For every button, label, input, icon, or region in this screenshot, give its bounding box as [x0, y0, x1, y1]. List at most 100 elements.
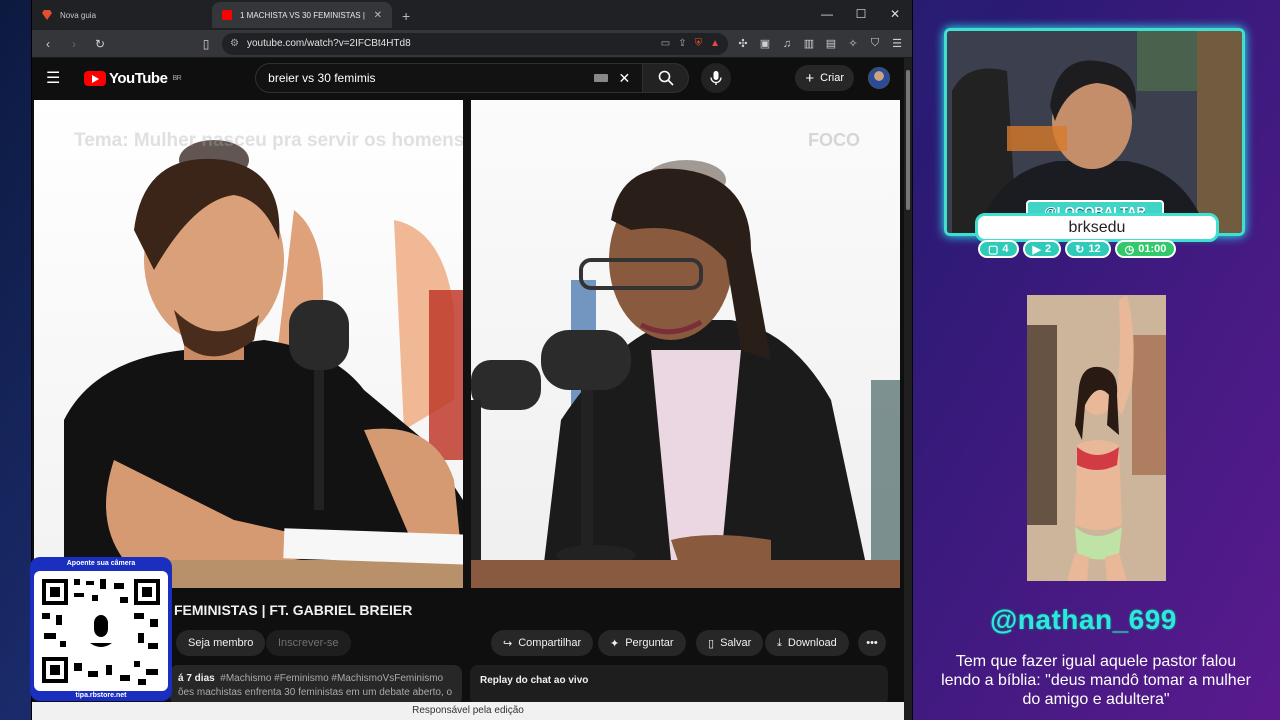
stat-value: 2 — [1045, 243, 1052, 255]
qr-code-image — [34, 571, 168, 691]
download-icon: ⤓ — [777, 636, 782, 649]
youtube-play-icon — [84, 70, 106, 86]
stat-value: 12 — [1088, 243, 1101, 255]
woman-speaking-image — [471, 160, 900, 588]
bookmark-icon[interactable]: ▯ — [196, 37, 216, 51]
minimize-button[interactable]: — — [810, 0, 844, 30]
region-code: BR — [172, 74, 182, 82]
guide-menu-icon[interactable]: ☰ — [46, 68, 70, 88]
close-window-button[interactable]: ✕ — [878, 0, 912, 30]
ask-button[interactable]: ✦ Perguntar — [598, 630, 686, 656]
forward-icon[interactable]: › — [64, 37, 84, 51]
menu-icon[interactable]: ☰ — [888, 37, 906, 50]
maximize-button[interactable]: ☐ — [844, 0, 878, 30]
keyboard-icon[interactable] — [594, 74, 609, 82]
search-button[interactable] — [643, 63, 690, 93]
screenshot-icon[interactable]: ▣ — [756, 37, 774, 50]
site-info-icon[interactable]: ⚙ — [230, 38, 239, 49]
dancer-clip-image — [1027, 295, 1166, 581]
youtube-header: ☰ YouTube BR breier vs 30 femimis ✕ + Cr… — [32, 58, 904, 98]
save-button[interactable]: ▯ Salvar — [696, 630, 764, 656]
tts-message: Tem que fazer igual aquele pastor falou … — [941, 653, 1251, 708]
voice-search-button[interactable] — [701, 63, 732, 93]
tab-youtube-video[interactable]: 1 MACHISTA VS 30 FEMINISTAS | FT. G... ✕ — [212, 2, 392, 28]
description-snippet: ões machistas enfrenta 30 feministas em … — [178, 687, 453, 698]
hashtags[interactable]: #Machismo #Feminismo #MachismoVsFeminism… — [220, 673, 443, 684]
ask-label: Perguntar — [625, 637, 674, 649]
window-controls: — ☐ ✕ — [810, 0, 912, 30]
search-icon — [658, 70, 674, 86]
close-tab-icon[interactable]: ✕ — [374, 10, 382, 21]
description-box[interactable]: á 7 dias #Machismo #Feminismo #MachismoV… — [170, 665, 462, 705]
subscribe-button[interactable]: Inscrever-se — [266, 630, 351, 656]
split-divider — [463, 100, 471, 588]
address-bar[interactable]: ⚙ youtube.com/watch?v=2IFCBt4HTd8 ▭ ⇪ ⛨ … — [222, 32, 728, 55]
subscribe-label: Inscrever-se — [278, 637, 339, 649]
stat-value: 01:00 — [1138, 243, 1167, 255]
stat-chat: ▢ 4 — [978, 240, 1019, 258]
join-label: Seja membro — [188, 637, 254, 649]
url-text: youtube.com/watch?v=2IFCBt4HTd8 — [246, 38, 411, 49]
browser-toolbar: ‹ › ↻ ▯ ⚙ youtube.com/watch?v=2IFCBt4HTd… — [32, 30, 912, 58]
media-share-clip — [1027, 295, 1166, 581]
tab-bar: Nova guia 1 MACHISTA VS 30 FEMINISTAS | … — [32, 0, 912, 30]
tts-username: @nathan_699 — [990, 604, 1177, 635]
stat-youtube: ▶ 2 — [1022, 240, 1062, 258]
music-icon[interactable]: ♫ — [778, 38, 796, 50]
microphone-icon — [710, 71, 722, 85]
brave-icon — [42, 10, 52, 20]
chat-replay-panel[interactable]: Replay do chat ao vivo — [470, 665, 888, 705]
chat-icon: ▢ — [988, 243, 999, 256]
man-speaking-image — [34, 140, 463, 588]
download-button[interactable]: ⤓ Download — [765, 630, 849, 656]
stat-value: 4 — [1002, 243, 1009, 255]
brave-shields-icon[interactable]: ⛨ — [695, 38, 703, 49]
upload-age: á 7 dias — [178, 673, 215, 684]
youtube-icon: ▶ — [1032, 243, 1041, 256]
create-button[interactable]: + Criar — [795, 65, 854, 91]
more-actions-button[interactable]: ••• — [858, 630, 886, 656]
share-button[interactable]: ↪ Compartilhar — [491, 630, 594, 656]
browser-status-bar: Responsável pela edição — [32, 702, 904, 720]
tab-title: Nova guia — [60, 10, 97, 20]
video-player[interactable]: Tema: Mulher nasceu pra servir os homens — [34, 100, 900, 588]
reload-icon[interactable]: ↻ — [90, 37, 110, 51]
bookmark-save-icon: ▯ — [708, 637, 715, 650]
account-avatar[interactable] — [868, 67, 890, 89]
back-icon[interactable]: ‹ — [38, 37, 58, 51]
join-button[interactable]: Seja membro — [176, 630, 266, 656]
clear-search-icon[interactable]: ✕ — [618, 70, 630, 87]
header-actions: + Criar — [795, 65, 890, 91]
new-tab-button[interactable]: + — [392, 8, 420, 24]
search-query: breier vs 30 femimis — [268, 71, 376, 85]
stat-refresh: ↻ 12 — [1065, 240, 1111, 258]
tab-title: 1 MACHISTA VS 30 FEMINISTAS | FT. G... — [240, 10, 366, 20]
tab-new-tab[interactable]: Nova guia — [32, 2, 212, 28]
video-frame-left: Tema: Mulher nasceu pra servir os homens — [34, 100, 463, 588]
qr-card-heading: Apoente sua câmera — [66, 560, 136, 567]
stat-timer: ◷ 01:00 — [1114, 240, 1177, 258]
download-label: Download — [787, 637, 837, 649]
search-bar: breier vs 30 femimis ✕ — [255, 63, 732, 93]
video-frame-right: FOCO — [471, 100, 900, 588]
refresh-icon: ↻ — [1075, 243, 1085, 256]
wallet-icon[interactable]: ▤ — [822, 37, 840, 50]
youtube-logo[interactable]: YouTube BR — [84, 70, 182, 87]
sidebar-icon[interactable]: ▥ — [800, 37, 818, 50]
scrollbar-thumb[interactable] — [906, 70, 910, 210]
vpn-icon[interactable]: ⛉ — [866, 37, 884, 50]
cast-icon[interactable]: ▭ — [661, 38, 670, 49]
plus-icon: + — [805, 69, 815, 87]
more-dots-icon: ••• — [866, 637, 878, 649]
streamer-name-plate: brksedu — [975, 213, 1219, 242]
share-icon[interactable]: ⇪ — [678, 38, 686, 49]
qr-code-card: Apoente sua câmera tipa.rbstore.net — [30, 557, 172, 701]
create-label: Criar — [820, 72, 844, 84]
video-title: FEMINISTAS | FT. GABRIEL BREIER — [174, 602, 413, 618]
page-scrollbar[interactable] — [904, 58, 912, 720]
search-input[interactable]: breier vs 30 femimis ✕ — [255, 63, 644, 93]
clock-icon: ◷ — [1124, 243, 1135, 256]
brave-rewards-icon[interactable]: ▲ — [710, 38, 720, 49]
extensions-icon[interactable]: ✣ — [734, 37, 752, 50]
leo-ai-icon[interactable]: ✧ — [844, 37, 862, 50]
